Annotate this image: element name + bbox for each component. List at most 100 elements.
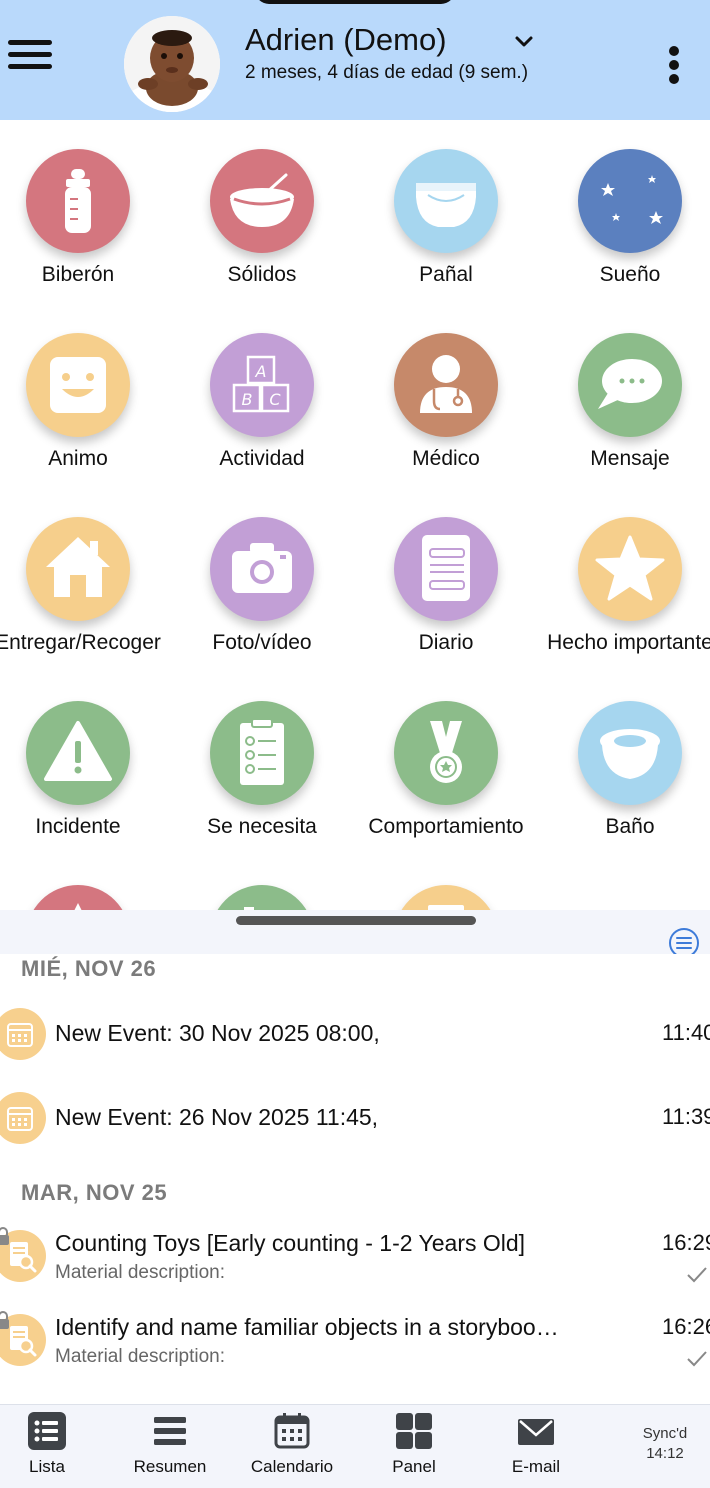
diaper-icon	[416, 183, 476, 227]
bowl-icon	[230, 173, 294, 227]
tile-label: Pañal	[419, 263, 473, 286]
calendar-event-icon	[0, 1092, 46, 1144]
tile-label: Sueño	[599, 263, 661, 286]
activity-grid: Biberón Sólidos Pañal Sueño Animo A B C …	[0, 120, 710, 910]
tab-calendario[interactable]: Calendario	[237, 1411, 347, 1477]
item-time: 16:29	[662, 1230, 710, 1255]
list-item[interactable]: New Event: 30 Nov 2025 08:00, 11:40	[0, 992, 710, 1076]
more-options-button[interactable]	[664, 46, 684, 92]
list-item[interactable]: New Event: 26 Nov 2025 11:45, 11:39	[0, 1076, 710, 1160]
tile-label: Comportamiento	[368, 815, 524, 838]
house-icon	[46, 537, 110, 597]
tile-incidente[interactable]: Incidente	[0, 701, 170, 839]
star-icon	[595, 535, 665, 601]
tile-label: Incidente	[35, 815, 121, 838]
tile-bano[interactable]: Baño	[538, 701, 710, 839]
tab-label: Resumen	[133, 1457, 207, 1476]
tile-label: Médico	[412, 447, 480, 470]
tile-label: Biberón	[41, 263, 115, 286]
item-time: 11:39	[662, 1104, 710, 1129]
smiley-icon	[50, 357, 106, 413]
svg-text:C: C	[269, 390, 281, 409]
tab-email[interactable]: E-mail	[481, 1411, 591, 1477]
tile-biberon[interactable]: Biberón	[0, 149, 170, 287]
device-notch	[255, 0, 455, 4]
svg-text:A: A	[255, 362, 267, 381]
sync-label: Sync'd	[642, 1425, 688, 1442]
partial-tile-icon	[244, 907, 254, 910]
child-avatar[interactable]	[124, 16, 220, 112]
tile-label: Sólidos	[227, 263, 297, 286]
checkmark-icon	[687, 1267, 707, 1283]
summary-icon	[154, 1417, 186, 1445]
tab-panel[interactable]: Panel	[359, 1411, 469, 1477]
date-header: MAR, NOV 25	[21, 1180, 168, 1205]
item-title: New Event: 26 Nov 2025 11:45,	[55, 1104, 379, 1130]
tile-entregar-recoger[interactable]: Entregar/Recoger	[0, 517, 170, 655]
tile-comportamiento[interactable]: Comportamiento	[354, 701, 538, 839]
bottle-icon	[65, 169, 91, 233]
tile-hecho-importante[interactable]: Hecho importante	[538, 517, 710, 655]
child-age: 2 meses, 4 días de edad (9 sem.)	[245, 62, 529, 83]
mail-icon	[518, 1419, 554, 1445]
partial-tile-icon	[428, 905, 464, 910]
list-item[interactable]: Identify and name familiar objects in a …	[0, 1300, 710, 1384]
tile-label: Mensaje	[590, 447, 670, 470]
item-title: Identify and name familiar objects in a …	[55, 1314, 559, 1340]
date-header: MIÉ, NOV 26	[21, 956, 157, 981]
tile-diario[interactable]: Diario	[354, 517, 538, 655]
tile-sueno[interactable]: Sueño	[538, 149, 710, 287]
tile-se-necesita[interactable]: Se necesita	[170, 701, 354, 839]
tile-panal[interactable]: Pañal	[354, 149, 538, 287]
blocks-icon: A B C	[232, 355, 290, 413]
list-icon	[28, 1412, 66, 1450]
lock-icon	[0, 1227, 9, 1245]
tile-label: Se necesita	[207, 815, 317, 838]
tab-label: Lista	[29, 1457, 65, 1476]
lock-icon	[0, 1311, 9, 1329]
tile-label: Foto/vídeo	[212, 631, 312, 654]
medal-icon	[430, 721, 462, 783]
tab-label: Calendario	[250, 1457, 334, 1476]
tile-solidos[interactable]: Sólidos	[170, 149, 354, 287]
tile-partial[interactable]	[170, 885, 354, 910]
dashboard-icon	[396, 1413, 432, 1449]
item-time: 11:40	[662, 1020, 710, 1045]
tile-label: Baño	[605, 815, 655, 838]
list-item[interactable]: Counting Toys [Early counting - 1-2 Year…	[0, 1216, 710, 1300]
app-header: Adrien (Demo) 2 meses, 4 días de edad (9…	[0, 0, 710, 120]
child-name[interactable]: Adrien (Demo)	[245, 22, 447, 58]
tile-label: Entregar/Recoger	[0, 631, 161, 654]
tile-foto-video[interactable]: Foto/vídeo	[170, 517, 354, 655]
item-subtitle: Material description:	[55, 1346, 226, 1367]
hamburger-menu-button[interactable]	[8, 40, 52, 76]
camera-icon	[232, 543, 292, 593]
doctor-icon	[420, 355, 472, 413]
bottom-tab-bar: Lista Resumen Calendario Panel E-mail	[0, 1404, 710, 1488]
tab-lista[interactable]: Lista	[0, 1411, 102, 1477]
checklist-icon	[240, 718, 284, 785]
tile-animo[interactable]: Animo	[0, 333, 170, 471]
tile-label: Hecho importante	[547, 631, 710, 654]
drag-handle[interactable]	[236, 916, 476, 925]
partial-tile-icon	[74, 903, 82, 910]
tile-mensaje[interactable]: Mensaje	[538, 333, 710, 471]
tile-label: Animo	[48, 447, 108, 470]
tile-partial[interactable]	[354, 885, 538, 910]
tile-partial[interactable]	[0, 885, 170, 910]
chevron-down-icon[interactable]	[512, 30, 536, 54]
item-title: Counting Toys [Early counting - 1-2 Year…	[55, 1230, 526, 1256]
checkmark-icon	[687, 1351, 707, 1367]
moon-stars-icon	[601, 173, 663, 230]
warning-icon	[44, 721, 112, 781]
tile-label: Diario	[418, 631, 474, 654]
baby-photo-icon	[124, 16, 220, 112]
tile-actividad[interactable]: A B C Actividad	[170, 333, 354, 471]
drawer-handle-bar[interactable]	[0, 910, 710, 958]
item-subtitle: Material description:	[55, 1262, 226, 1283]
tab-resumen[interactable]: Resumen	[115, 1411, 225, 1477]
notebook-icon	[422, 535, 470, 601]
chat-bubble-icon	[598, 359, 662, 409]
potty-icon	[600, 729, 660, 779]
tile-medico[interactable]: Médico	[354, 333, 538, 471]
